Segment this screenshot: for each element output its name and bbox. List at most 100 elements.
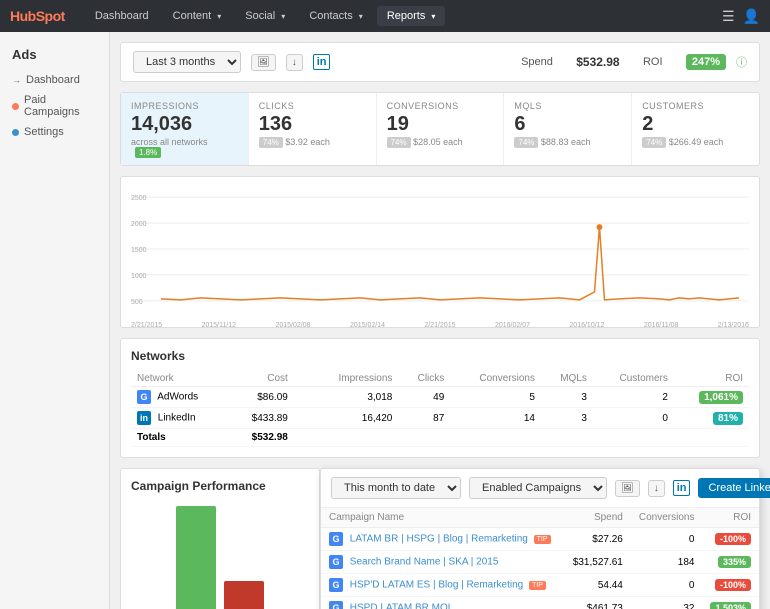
sidebar-item-dashboard[interactable]: → Dashboard <box>0 70 109 90</box>
download-icon-btn[interactable]: ↓ <box>286 54 303 71</box>
clicks-sub: 74% $3.92 each <box>259 137 366 147</box>
th-roi: ROI <box>702 508 759 528</box>
main-chart: 2500 2000 1500 1000 500 2/21/2015 2015/1… <box>120 176 760 328</box>
network-row-adwords: G AdWords $86.09 3,018 49 5 3 2 1,061% <box>131 387 749 408</box>
adwords-impressions: 3,018 <box>310 387 398 408</box>
overlay-linkedin-icon[interactable]: in <box>673 480 691 496</box>
networks-section: Networks Network Cost Impressions Clicks… <box>120 338 760 458</box>
linkedin-network: in LinkedIn <box>131 408 229 429</box>
svg-text:2000: 2000 <box>131 221 147 228</box>
table-row: G HSP'D LATAM ES | Blog | Remarketing TI… <box>321 574 759 597</box>
row2-conversions: 184 <box>631 551 703 574</box>
nav-reports[interactable]: Reports ▾ <box>377 6 446 26</box>
nav-contacts[interactable]: Contacts ▾ <box>299 6 373 26</box>
svg-text:1000: 1000 <box>131 273 147 280</box>
col-roi: ROI <box>674 371 749 387</box>
contacts-arrow: ▾ <box>359 12 363 21</box>
svg-text:2500: 2500 <box>131 195 147 202</box>
bar-chart <box>131 501 309 609</box>
col-network: Network <box>131 371 229 387</box>
adwords-customers: 2 <box>593 387 674 408</box>
row2-campaign-name[interactable]: Search Brand Name | SKA | 2015 <box>350 557 499 568</box>
table-row: G Search Brand Name | SKA | 2015 $31,527… <box>321 551 759 574</box>
sidebar-item-paid-campaigns[interactable]: Paid Campaigns <box>0 90 109 122</box>
content-header: Last 3 months 🖼 ↓ in Spend $532.98 ROI 2… <box>120 42 760 82</box>
networks-table: Network Cost Impressions Clicks Conversi… <box>131 371 749 447</box>
col-empty <box>294 371 310 387</box>
network-row-linkedin: in LinkedIn $433.89 16,420 87 14 3 0 81% <box>131 408 749 429</box>
row1-conversions: 0 <box>631 528 703 551</box>
linkedin-icon-btn[interactable]: in <box>313 54 331 70</box>
nav-dashboard[interactable]: Dashboard <box>85 6 159 26</box>
nav-social[interactable]: Social ▾ <box>235 6 295 26</box>
spend-label: Spend <box>521 56 553 68</box>
row4-conversions: 32 <box>631 597 703 609</box>
overlay-photo-btn[interactable]: 🖼 <box>615 480 640 497</box>
mqls-value: 6 <box>514 113 621 135</box>
overlay-filter-select[interactable]: Enabled Campaigns <box>469 477 607 499</box>
networks-title: Networks <box>131 349 749 363</box>
menu-icon[interactable]: ☰ <box>722 8 735 25</box>
sidebar-item-settings[interactable]: Settings <box>0 122 109 142</box>
stat-impressions: IMPRESSIONS 14,036 across all networks 1… <box>121 93 249 165</box>
overlay-date-select[interactable]: This month to date <box>331 477 461 499</box>
row4-campaign-name[interactable]: HSPD LATAM BR MQL <box>350 603 454 609</box>
main-layout: Ads → Dashboard Paid Campaigns Settings … <box>0 32 770 609</box>
adwords-icon: G <box>137 390 151 404</box>
stats-bar: IMPRESSIONS 14,036 across all networks 1… <box>120 92 760 166</box>
campaign-name-cell: G Search Brand Name | SKA | 2015 <box>321 551 565 574</box>
x-axis-labels: 2/21/2015 2015/11/12 2015/02/08 2015/02/… <box>131 322 749 329</box>
adwords-clicks: 49 <box>398 387 450 408</box>
stat-clicks: CLICKS 136 74% $3.92 each <box>249 93 377 165</box>
totals-label: Totals <box>131 429 229 447</box>
date-range-select[interactable]: Last 3 months <box>133 51 241 73</box>
arrow-icon: → <box>12 75 21 85</box>
conversions-value: 19 <box>387 113 494 135</box>
row4-spend: $461.73 <box>565 597 631 609</box>
settings-dot <box>12 129 19 136</box>
roi-info-icon[interactable]: ⓘ <box>736 54 747 70</box>
col-customers: Customers <box>593 371 674 387</box>
row3-spend: 54.44 <box>565 574 631 597</box>
row3-tip-badge: TIP <box>529 581 546 590</box>
sidebar-title: Ads <box>0 42 109 70</box>
roi-label: ROI <box>643 56 663 68</box>
row4-roi: 1,503% <box>702 597 759 609</box>
user-icon[interactable]: 👤 <box>743 8 760 25</box>
row1-campaign-name[interactable]: LATAM BR | HSPG | Blog | Remarketing <box>350 534 528 545</box>
sidebar: Ads → Dashboard Paid Campaigns Settings <box>0 32 110 609</box>
row1-spend: $27.26 <box>565 528 631 551</box>
campaign-name-cell: G HSPD LATAM BR MQL <box>321 597 565 609</box>
row1-roi: -100% <box>702 528 759 551</box>
sidebar-paid-campaigns-label: Paid Campaigns <box>24 94 97 118</box>
campaign-performance: Campaign Performance Estimated Revenue -… <box>120 468 320 609</box>
create-linkedin-campaign-button[interactable]: Create LinkedIn campaign <box>698 478 770 498</box>
row3-campaign-name[interactable]: HSP'D LATAM ES | Blog | Remarketing <box>350 580 523 591</box>
bar-estimated-revenue <box>176 506 216 609</box>
col-clicks: Clicks <box>398 371 450 387</box>
top-navigation: HubSpot Dashboard Content ▾ Social ▾ Con… <box>0 0 770 32</box>
photo-icon-btn[interactable]: 🖼 <box>251 54 276 71</box>
impressions-value: 14,036 <box>131 113 238 135</box>
nav-content[interactable]: Content ▾ <box>163 6 232 26</box>
nav-items: Dashboard Content ▾ Social ▾ Contacts ▾ … <box>85 6 722 26</box>
spend-value: $532.98 <box>576 55 619 69</box>
mqls-label: MQLS <box>514 101 621 111</box>
conversions-label: CONVERSIONS <box>387 101 494 111</box>
overlay-download-btn[interactable]: ↓ <box>648 480 665 497</box>
campaign-table: Campaign Name Spend Conversions ROI G LA… <box>321 508 759 609</box>
customers-sub: 74% $266.49 each <box>642 137 749 147</box>
th-campaign-name: Campaign Name <box>321 508 565 528</box>
campaign-perf-title: Campaign Performance <box>131 479 309 493</box>
campaign-name-cell: G HSP'D LATAM ES | Blog | Remarketing TI… <box>321 574 565 597</box>
roi-badge: 247% <box>686 54 726 70</box>
stat-conversions: CONVERSIONS 19 74% $28.05 each <box>377 93 505 165</box>
row3-roi: -100% <box>702 574 759 597</box>
bar-spend <box>224 581 264 609</box>
impressions-sub: across all networks 1.8% <box>131 137 238 157</box>
hubspot-logo: HubSpot <box>10 8 65 24</box>
sidebar-settings-label: Settings <box>24 126 64 138</box>
campaign-table-header: Campaign Name Spend Conversions ROI <box>321 508 759 528</box>
impressions-label: IMPRESSIONS <box>131 101 238 111</box>
campaign-table-wrapper: Campaign Name Spend Conversions ROI G LA… <box>321 508 759 609</box>
